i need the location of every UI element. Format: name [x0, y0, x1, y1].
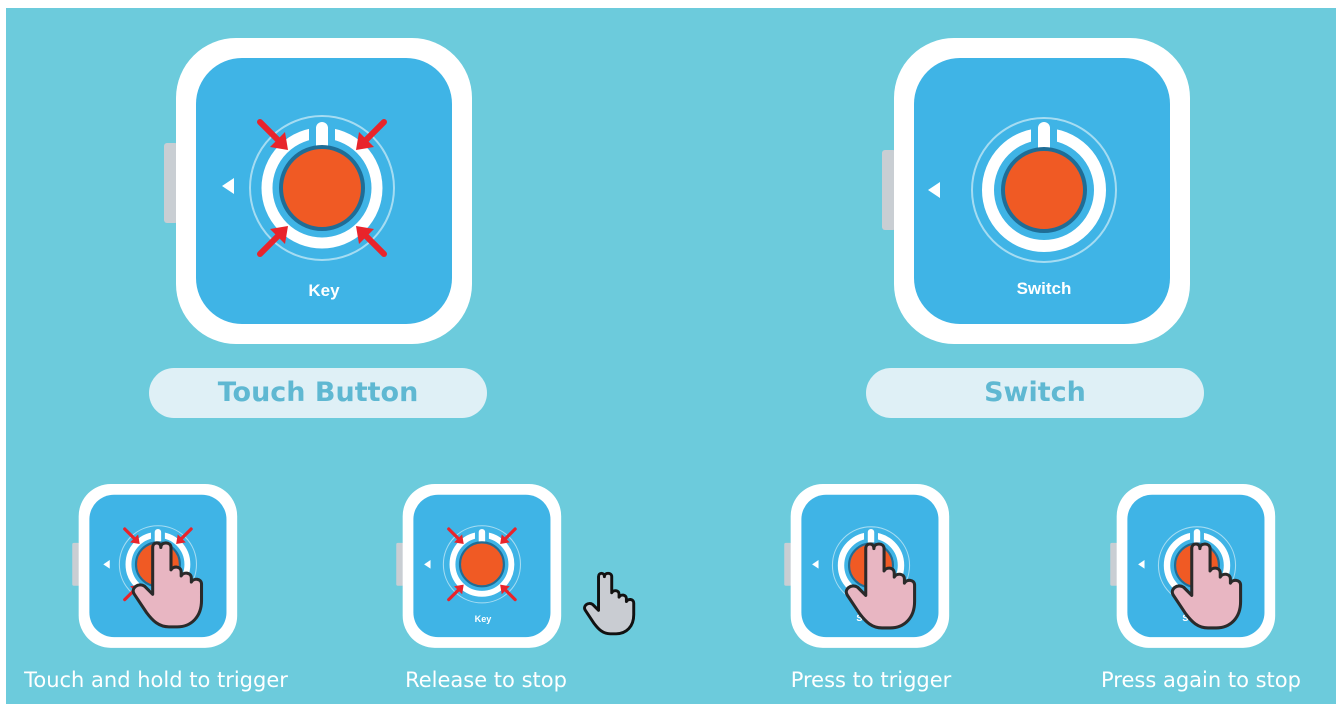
- orange-switch-button[interactable]: [1001, 147, 1087, 233]
- step-caption-press-trigger: Press to trigger: [790, 668, 952, 692]
- step-touch-hold-module: [72, 484, 244, 650]
- step-caption-touch-hold: Touch and hold to trigger: [24, 668, 288, 692]
- hand-pointer-icon: [583, 571, 636, 636]
- step-press-trigger-module: Switch: [784, 484, 956, 650]
- module-connector: [882, 150, 896, 230]
- module-label: Key: [475, 614, 493, 624]
- orange-touch-button[interactable]: [279, 145, 365, 231]
- step-caption-release: Release to stop: [405, 668, 567, 692]
- step-press-again-module: Switch: [1110, 484, 1282, 650]
- step-release-module: Key: [396, 484, 568, 650]
- switch-title: Switch: [866, 368, 1204, 418]
- module-label: Key: [308, 281, 340, 300]
- touch-button-module-large: Key: [164, 38, 476, 348]
- tutorial-stage: Key Switch Touch Button Switch Key Touch…: [6, 8, 1336, 704]
- step-caption-press-again: Press again to stop: [1101, 668, 1301, 692]
- switch-module-large: Switch: [882, 38, 1194, 348]
- touch-button-title: Touch Button: [149, 368, 487, 418]
- module-label: Switch: [1017, 279, 1072, 298]
- module-connector: [164, 143, 178, 223]
